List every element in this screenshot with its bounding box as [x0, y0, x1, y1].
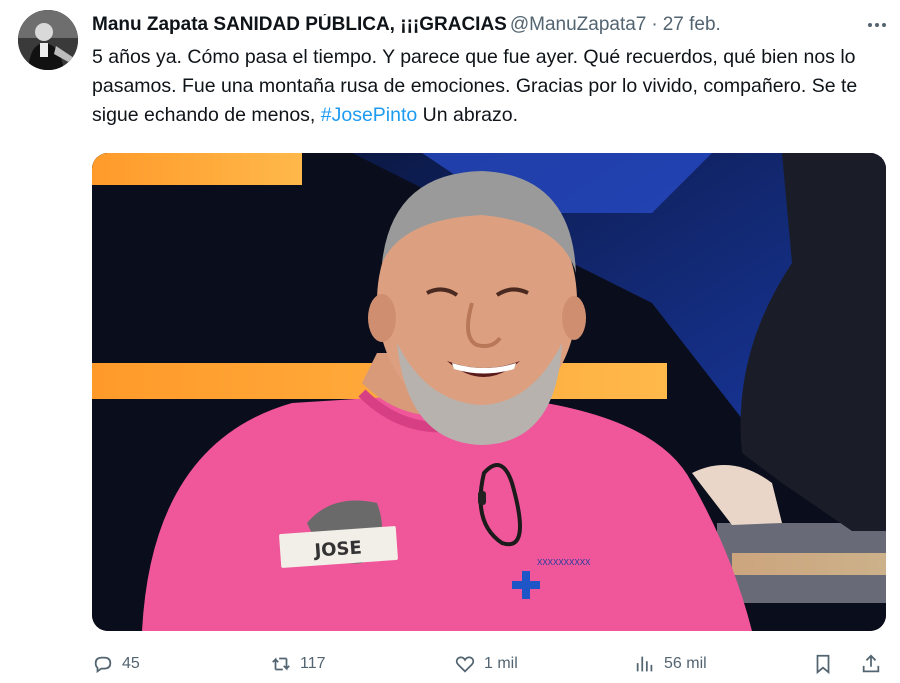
more-icon[interactable]: [868, 12, 886, 38]
name-tag-text: JOSE: [312, 537, 363, 561]
tweet-header: Manu Zapata SANIDAD PÚBLICA, ¡¡¡GRACIAS …: [92, 12, 886, 38]
reply-button[interactable]: 45: [92, 648, 140, 680]
bookmark-button[interactable]: [812, 648, 834, 680]
tweet-date[interactable]: 27 feb.: [663, 14, 721, 36]
views-button[interactable]: 56 mil: [634, 648, 707, 680]
views-icon: [636, 656, 653, 672]
retweet-button[interactable]: 117: [270, 648, 326, 680]
retweet-count: 117: [300, 655, 326, 672]
share-button[interactable]: [860, 648, 882, 680]
heart-icon: [455, 656, 475, 673]
user-handle[interactable]: @ManuZapata7: [510, 14, 647, 36]
display-name[interactable]: Manu Zapata SANIDAD PÚBLICA, ¡¡¡GRACIAS: [92, 14, 507, 36]
reply-icon: [94, 656, 112, 674]
svg-text:XXXXXXXXXX: XXXXXXXXXX: [537, 558, 591, 567]
stage-light: [92, 153, 302, 185]
tweet-text: 5 años ya. Cómo pasa el tiempo. Y parece…: [92, 43, 888, 130]
share-icon: [862, 654, 880, 673]
avatar[interactable]: [18, 10, 78, 70]
reply-count: 45: [122, 655, 140, 672]
bookmark-icon: [816, 654, 830, 675]
like-button[interactable]: 1 mil: [454, 648, 518, 680]
separator-dot: ·: [651, 14, 658, 35]
tweet-media-image[interactable]: XXXXXXXXXX JOSE: [92, 153, 886, 631]
action-bar: 45 117 1 mil 56 mil: [92, 648, 892, 680]
avatar-photo: [18, 10, 78, 70]
views-count: 56 mil: [664, 655, 707, 672]
hashtag-link[interactable]: #JosePinto: [321, 104, 417, 126]
tweet-text-end: Un abrazo.: [417, 104, 519, 126]
retweet-icon: [272, 657, 290, 671]
like-count: 1 mil: [484, 655, 518, 672]
